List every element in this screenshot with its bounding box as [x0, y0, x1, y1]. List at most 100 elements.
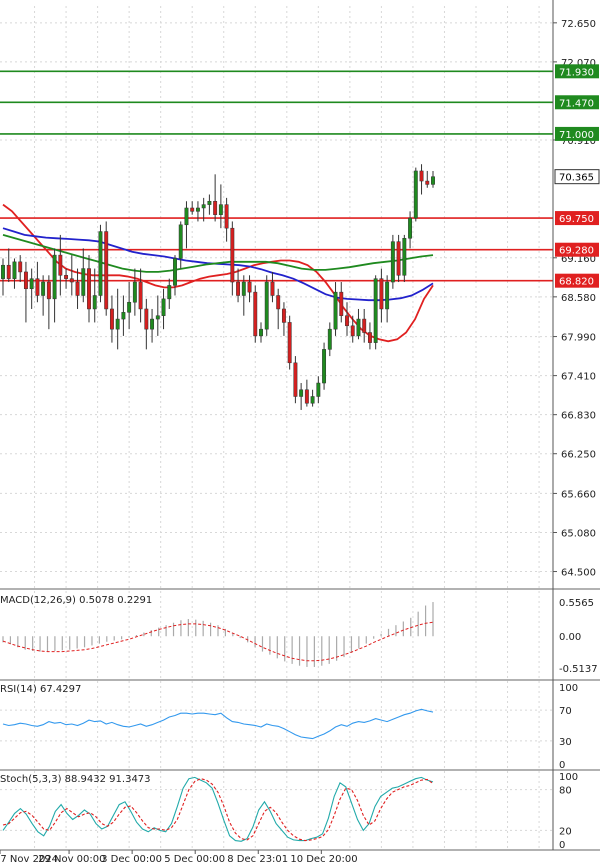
price-tick-label: 66.830: [561, 411, 596, 422]
stoch-tick-label: 100: [559, 772, 578, 783]
candle-up: [408, 217, 413, 239]
price-tick-label: 67.990: [561, 333, 596, 344]
candle-down: [23, 271, 28, 290]
candle-down: [253, 291, 258, 337]
candle-down: [35, 278, 40, 296]
candle-up: [327, 328, 332, 350]
candle-down: [109, 308, 114, 330]
panel-separators: [0, 588, 600, 851]
candle-down: [46, 281, 51, 300]
candle-up: [184, 207, 189, 226]
moving-average-line: [2, 203, 434, 343]
candle-up: [98, 231, 103, 296]
candle-up: [201, 204, 206, 209]
candle-down: [144, 308, 149, 330]
level-tag-label: 71.930: [559, 67, 594, 78]
candle-up: [195, 207, 200, 212]
candle-up: [218, 204, 223, 215]
candle-up: [390, 241, 395, 283]
stoch-tick-label: 20: [559, 826, 572, 837]
candle-up: [264, 281, 269, 330]
macd-panel: 0.5565 0.00 -0.5137: [2, 598, 598, 675]
candle-up: [178, 224, 183, 259]
candle-up: [81, 268, 86, 296]
candle-down: [425, 180, 430, 185]
stoch-title: Stoch(5,3,3) 88.9432 91.3473: [0, 774, 151, 785]
candle-down: [75, 281, 80, 296]
candle-up: [115, 318, 120, 330]
time-tick-label: 8 Dec 23:01: [227, 854, 288, 863]
candle-up: [127, 301, 132, 313]
candle-down: [379, 278, 384, 310]
candle-up: [385, 281, 390, 310]
stoch-d-line: [2, 778, 434, 842]
time-tick-label: 3 Dec 00:00: [101, 854, 162, 863]
candle-down: [64, 275, 69, 279]
level-tag-label: 71.000: [559, 130, 594, 141]
candle-up: [1, 264, 5, 279]
macd-tick-label: 0.5565: [559, 598, 594, 609]
candle-down: [419, 170, 424, 182]
level-tag-label: 71.470: [559, 98, 594, 109]
time-axis: 27 Nov 202429 Nov 00:003 Dec 00:00 5 Dec …: [0, 850, 358, 863]
candle-up: [322, 349, 327, 384]
candle-down: [276, 295, 281, 310]
candle-down: [138, 281, 143, 310]
candle-down: [396, 241, 401, 276]
candle-up: [173, 258, 177, 286]
rsi-tick-label: 30: [559, 737, 572, 748]
candle-up: [207, 200, 212, 205]
rsi-tick-label: 100: [559, 683, 578, 694]
candle-down: [18, 261, 23, 273]
price-tick-label: 68.580: [561, 293, 596, 304]
candle-up: [259, 328, 263, 337]
last-price-label: 70.365: [559, 173, 594, 184]
candle-up: [356, 318, 361, 337]
macd-signal-line: [2, 621, 434, 662]
candle-up: [41, 281, 46, 296]
candle-down: [230, 227, 235, 283]
macd-title: MACD(12,26,9) 0.5078 0.2291: [0, 595, 152, 606]
price-tick-label: 64.500: [561, 568, 596, 579]
macd-tick-label: -0.5137: [559, 664, 598, 675]
price-tick-label: 72.650: [561, 19, 596, 30]
candle-down: [293, 362, 298, 397]
price-tick-label: 65.080: [561, 528, 596, 539]
candle-up: [413, 170, 418, 219]
candle-down: [213, 200, 218, 215]
candle-up: [132, 281, 137, 303]
macd-tick-label: 0.00: [559, 632, 581, 643]
candle-down: [104, 231, 109, 310]
candle-down: [87, 268, 91, 310]
candle-down: [367, 332, 372, 343]
rsi-tick-label: 0: [559, 760, 565, 771]
candle-up: [241, 281, 246, 296]
chart-canvas: 0.5565 0.00 -0.5137 100 70 30 0 100 80 20 0 72.6…: [0, 0, 600, 863]
candle-up: [155, 315, 160, 320]
candle-up: [150, 318, 155, 330]
level-tag-label: 69.280: [559, 246, 594, 257]
price-tick-label: 65.660: [561, 489, 596, 500]
rsi-title: RSI(14) 67.4297: [0, 684, 81, 695]
moving-average-line: [2, 234, 434, 273]
rsi-line: [2, 708, 434, 740]
time-tick-label: 5 Dec 00:00: [164, 854, 225, 863]
time-tick-label: 29 Nov 00:00: [38, 854, 105, 863]
candle-up: [402, 238, 407, 276]
candle-up: [333, 291, 338, 330]
candle-up: [29, 278, 34, 290]
candle-up: [431, 176, 435, 185]
candle-up: [121, 312, 126, 320]
moving-averages: [2, 203, 434, 343]
candle-up: [52, 254, 57, 300]
candle-down: [224, 204, 229, 229]
candle-up: [161, 298, 166, 316]
candle-down: [190, 207, 195, 212]
candle-up: [316, 382, 321, 397]
grid: [0, 6, 553, 848]
candle-down: [287, 322, 292, 364]
rsi-tick-label: 70: [559, 706, 572, 717]
candle-down: [6, 264, 11, 279]
candle-up: [167, 285, 172, 300]
candle-down: [247, 281, 252, 293]
